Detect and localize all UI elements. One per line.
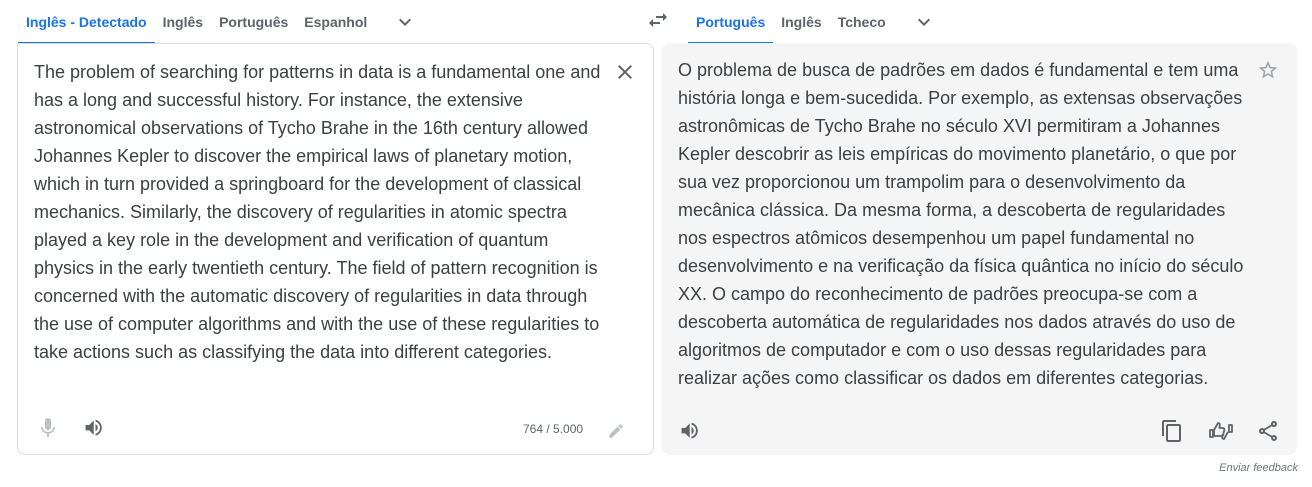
speaker-icon[interactable]: [678, 419, 702, 443]
tab-source-detected[interactable]: Inglês - Detectado: [18, 0, 155, 44]
target-more-languages-button[interactable]: [904, 0, 944, 44]
chevron-down-icon: [393, 10, 417, 34]
translation-text: O problema de busca de padrões em dados …: [678, 60, 1244, 388]
swap-languages-icon: [646, 8, 670, 32]
tab-source-english[interactable]: Inglês: [155, 0, 211, 44]
clear-source-button[interactable]: [613, 60, 637, 84]
target-language-bar: Português Inglês Tcheco: [688, 0, 944, 44]
swap-languages-button[interactable]: [640, 2, 676, 38]
microphone-icon[interactable]: [36, 416, 60, 440]
character-count: 764 / 5.000: [523, 422, 584, 436]
copy-icon[interactable]: [1160, 419, 1184, 443]
pencil-icon[interactable]: [607, 422, 625, 440]
tab-target-english[interactable]: Inglês: [773, 0, 829, 44]
chevron-down-icon: [912, 10, 936, 34]
close-icon: [613, 60, 637, 84]
tab-source-portuguese[interactable]: Português: [211, 0, 296, 44]
target-panel: O problema de busca de padrões em dados …: [662, 43, 1297, 455]
source-language-bar: Inglês - Detectado Inglês Português Espa…: [18, 0, 425, 44]
source-text-input[interactable]: The problem of searching for patterns in…: [34, 58, 606, 366]
tab-target-portuguese[interactable]: Português: [688, 0, 774, 44]
source-more-languages-button[interactable]: [385, 0, 425, 44]
send-feedback-link[interactable]: Enviar feedback: [1219, 462, 1298, 474]
tab-target-czech[interactable]: Tcheco: [830, 0, 894, 44]
source-toolbar: 764 / 5.000: [18, 404, 653, 454]
share-icon[interactable]: [1256, 419, 1280, 443]
star-icon[interactable]: [1257, 59, 1279, 81]
speaker-icon[interactable]: [82, 416, 106, 440]
rate-translation-icon[interactable]: [1208, 419, 1234, 443]
tab-source-spanish[interactable]: Espanhol: [296, 0, 375, 44]
source-panel: The problem of searching for patterns in…: [17, 43, 654, 455]
